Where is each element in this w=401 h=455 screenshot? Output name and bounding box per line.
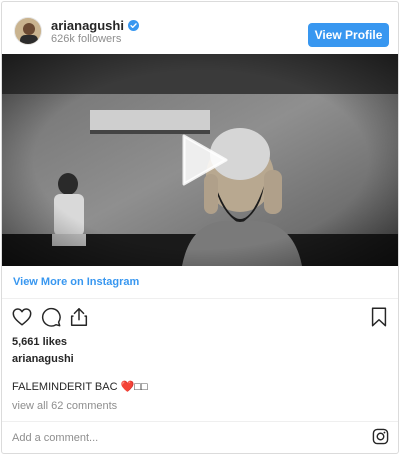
username[interactable]: arianagushi [51, 18, 124, 33]
follower-count: 626k followers [51, 33, 122, 45]
avatar[interactable] [14, 17, 42, 45]
like-count[interactable]: 5,661 likes [12, 336, 67, 348]
caption: FALEMINDERIT BAC ❤️□□ [12, 381, 148, 393]
comment-input[interactable] [12, 429, 352, 447]
comment-icon[interactable] [40, 306, 62, 328]
divider [2, 421, 398, 422]
post-owner[interactable]: arianagushi [12, 353, 74, 365]
action-bar [2, 304, 398, 330]
share-icon[interactable] [68, 306, 90, 328]
verified-badge-icon [127, 19, 139, 31]
play-icon[interactable] [180, 134, 228, 186]
view-all-comments-link[interactable]: view all 62 comments [12, 400, 117, 412]
post-header: arianagushi 626k followers View Profile [2, 2, 398, 54]
username-row: arianagushi [51, 17, 139, 33]
video-player[interactable] [2, 54, 398, 266]
divider [2, 298, 398, 299]
bookmark-icon[interactable] [368, 306, 390, 328]
view-more-link[interactable]: View More on Instagram [13, 276, 139, 288]
view-profile-button[interactable]: View Profile [308, 23, 389, 47]
instagram-logo-icon[interactable] [372, 428, 389, 445]
heart-icon[interactable] [11, 306, 33, 328]
instagram-embed: arianagushi 626k followers View Profile [1, 1, 399, 454]
